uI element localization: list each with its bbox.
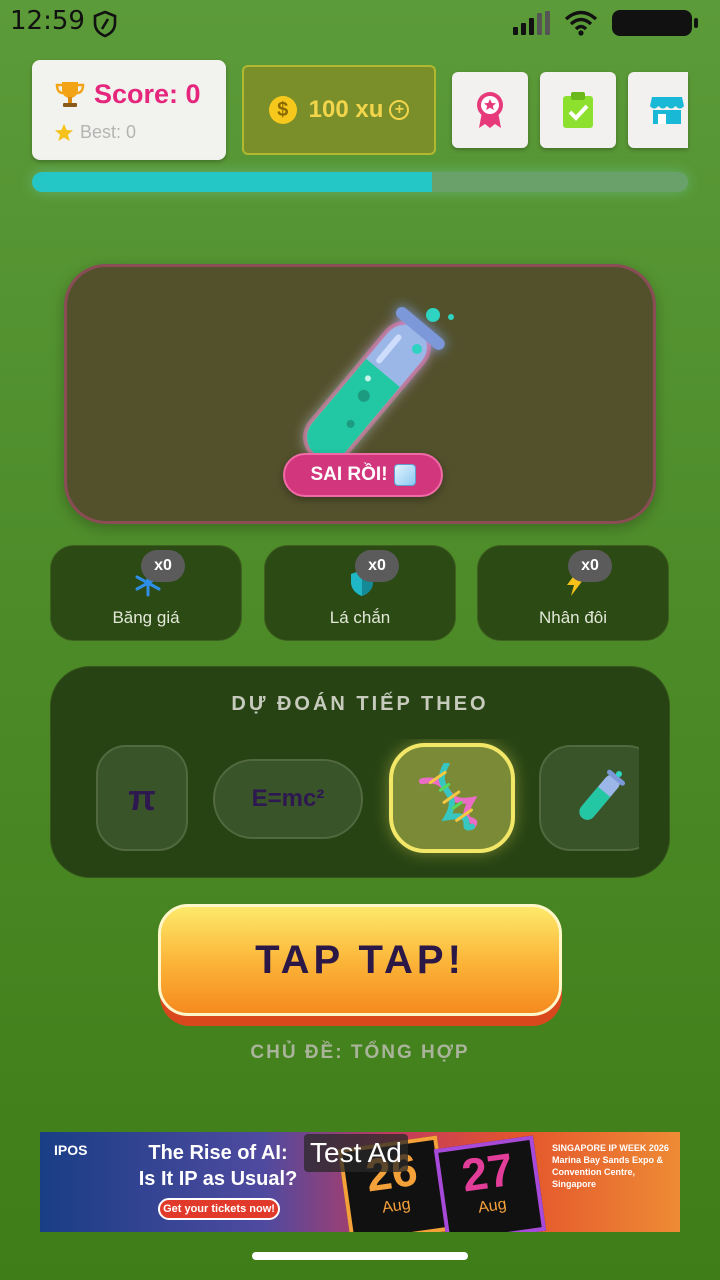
- predict-option-emc2[interactable]: E=mc²: [213, 759, 363, 839]
- battery-icon: [612, 10, 698, 36]
- dna-icon: [418, 763, 478, 831]
- status-bar: 12:59: [0, 0, 720, 48]
- powerup-label: Nhân đôi: [538, 608, 608, 627]
- predict-options: π E=mc²: [51, 739, 639, 867]
- coin-balance-button[interactable]: $ 100 xu +: [242, 65, 436, 155]
- predict-option-dna[interactable]: [389, 743, 515, 853]
- wifi-icon: [564, 10, 598, 36]
- current-item-card[interactable]: SAI RỒI!: [64, 264, 656, 524]
- store-icon: [650, 97, 684, 124]
- ice-cube-icon: [393, 464, 416, 486]
- ad-headline-line2: Is It IP as Usual?: [138, 1168, 298, 1190]
- powerup-shield[interactable]: x0 Lá chắn: [264, 545, 456, 641]
- clipboard-check-icon: [563, 92, 593, 128]
- score-card: Score: 0 Best: 0: [32, 60, 226, 160]
- add-coins-icon: +: [389, 100, 410, 120]
- star-icon: [55, 123, 73, 141]
- powerup-double[interactable]: x0 Nhân đôi: [477, 545, 669, 641]
- score-value: Score: 0: [94, 78, 201, 109]
- ad-date-2: 27 Aug: [433, 1135, 547, 1232]
- wrong-feedback-badge: SAI RỒI!: [283, 453, 443, 497]
- best-score: Best: 0: [80, 122, 137, 142]
- ad-banner[interactable]: IPOS The Rise of AI: Is It IP as Usual? …: [40, 1132, 680, 1232]
- powerup-label: Băng giá: [112, 608, 180, 627]
- tap-button[interactable]: TAP TAP!: [158, 904, 562, 1016]
- achievements-button[interactable]: [452, 72, 528, 148]
- powerup-count: x0: [141, 550, 185, 582]
- ad-cta-button[interactable]: Get your tickets now!: [158, 1198, 280, 1220]
- feedback-text: SAI RỒI!: [310, 464, 388, 485]
- topic-label: CHỦ ĐỀ: TỔNG HỢP: [250, 1042, 470, 1063]
- signal-icon: [513, 11, 550, 35]
- level-progress-fill: [32, 172, 433, 192]
- tasks-button[interactable]: [540, 72, 616, 148]
- powerup-label: Lá chắn: [329, 608, 391, 627]
- home-indicator[interactable]: [252, 1252, 468, 1260]
- test-tube-icon: [579, 769, 626, 820]
- ad-event-info: SINGAPORE IP WEEK 2026 Marina Bay Sands …: [552, 1143, 669, 1189]
- shop-button[interactable]: [628, 72, 688, 148]
- test-ad-label: Test Ad: [304, 1134, 408, 1172]
- status-icons: [513, 10, 698, 36]
- powerup-count: x0: [355, 550, 399, 582]
- ad-logo: IPOS: [54, 1142, 88, 1158]
- ad-headline-line1: The Rise of AI:: [148, 1142, 288, 1164]
- predict-option-pi[interactable]: π: [96, 745, 188, 851]
- status-time: 12:59: [10, 6, 85, 36]
- trophy-icon: [55, 82, 85, 107]
- powerup-count: x0: [568, 550, 612, 582]
- predict-next-panel: DỰ ĐOÁN TIẾP THEO π E=mc²: [50, 666, 670, 878]
- coin-balance: 100 xu: [308, 96, 384, 123]
- level-progress-bar: [32, 172, 688, 192]
- shield-status-icon: [93, 10, 117, 38]
- predict-title: DỰ ĐOÁN TIẾP THEO: [231, 693, 489, 715]
- powerup-freeze[interactable]: x0 Băng giá: [50, 545, 242, 641]
- ad-headline: The Rise of AI: Is It IP as Usual?: [126, 1140, 310, 1192]
- predict-option-test-tube[interactable]: [539, 745, 639, 851]
- coin-icon: $: [268, 96, 297, 124]
- badge-icon: [477, 92, 503, 128]
